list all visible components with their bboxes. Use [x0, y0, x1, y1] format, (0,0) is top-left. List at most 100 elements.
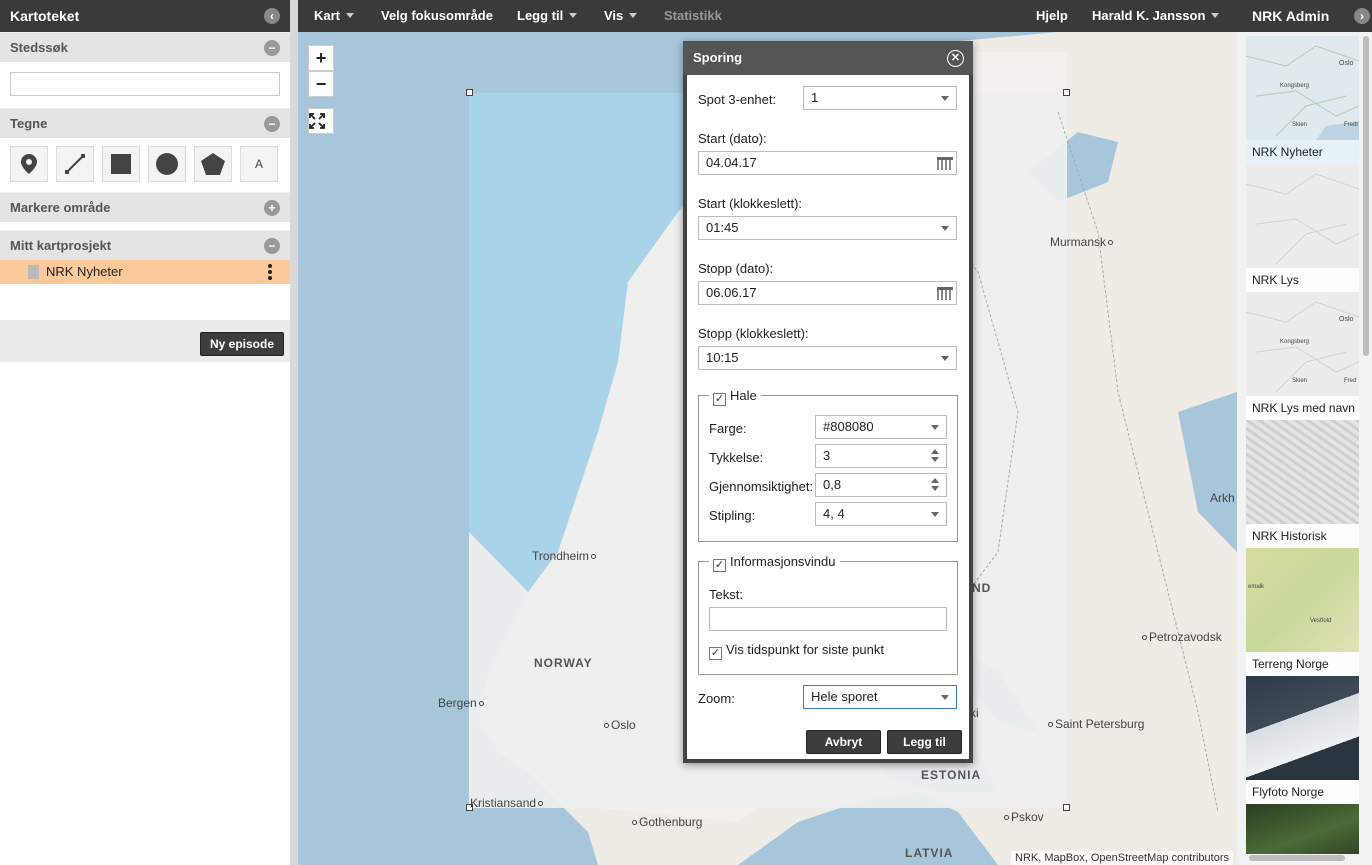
- basemap-label: NRK Lys: [1246, 268, 1359, 292]
- draw-circle-button[interactable]: [148, 146, 186, 182]
- kebab-menu-icon[interactable]: [268, 264, 272, 282]
- draw-text-button[interactable]: A: [240, 146, 278, 182]
- map-pin-icon: [21, 154, 37, 174]
- section-prosjekt-label: Mitt kartprosjekt: [10, 238, 112, 253]
- stipling-select[interactable]: 4, 4: [815, 502, 947, 526]
- city-label: Saint Petersburg: [1055, 717, 1145, 731]
- document-icon: [28, 265, 39, 279]
- spot-select[interactable]: 1: [803, 86, 957, 110]
- new-episode-button[interactable]: Ny episode: [199, 332, 284, 356]
- add-button[interactable]: Legg til: [887, 730, 962, 754]
- city-dot: [632, 820, 637, 825]
- menu-vis[interactable]: Vis: [604, 0, 638, 32]
- chevron-down-icon: [1211, 13, 1220, 18]
- basemap-preview: Oslo Kongsberg Skien Fredr: [1245, 36, 1360, 140]
- section-markere[interactable]: Markere område +: [0, 192, 290, 222]
- city-label: Oslo: [611, 718, 636, 732]
- right-panel: NRK Admin › Oslo Kongsberg Skien Fredr N…: [1237, 0, 1372, 865]
- menu-leggtil-label: Legg til: [517, 8, 564, 23]
- thumb-label: Skien: [1292, 378, 1308, 384]
- hale-legend[interactable]: ✓ Hale: [709, 388, 761, 406]
- chevron-down-icon: [629, 13, 638, 18]
- basemap-thumb-satellite[interactable]: [1246, 804, 1359, 854]
- cancel-button[interactable]: Avbryt: [806, 730, 881, 754]
- resize-handle-tr[interactable]: [1063, 89, 1070, 96]
- basemap-preview: Oslo Kongsberg Skien Fred: [1245, 292, 1360, 396]
- vis-tidspunkt-checkbox[interactable]: ✓: [709, 647, 722, 660]
- info-legend-label: Informasjonsvindu: [730, 554, 836, 569]
- stop-date-field[interactable]: 06.06.17: [698, 281, 957, 305]
- stepper-arrows-icon[interactable]: [931, 449, 939, 465]
- right-panel-header: NRK Admin ›: [1237, 0, 1372, 32]
- left-panel: Kartoteket ‹ Stedssøk − Tegne − A Marker…: [0, 0, 290, 865]
- resize-handle-tl[interactable]: [466, 89, 473, 96]
- chevron-down-icon: [941, 356, 949, 361]
- city-dot: [1108, 240, 1114, 245]
- gjennomsiktighet-stepper[interactable]: 0,8: [815, 473, 947, 497]
- chevron-down-icon: [346, 13, 355, 18]
- section-stedssok[interactable]: Stedssøk −: [0, 32, 290, 62]
- start-date-field[interactable]: 04.04.17: [698, 151, 957, 175]
- basemap-thumb-flyfoto-norge[interactable]: Flyfoto Norge: [1246, 676, 1359, 804]
- place-search-input[interactable]: [10, 72, 280, 96]
- info-legend[interactable]: ✓ Informasjonsvindu: [709, 554, 840, 572]
- zoom-select[interactable]: Hele sporet: [803, 685, 957, 709]
- city-label: Murmansk: [1050, 235, 1107, 249]
- basemap-preview: [1246, 420, 1359, 524]
- chevron-down-icon: [569, 13, 578, 18]
- thumb-label: Oslo: [1339, 316, 1354, 323]
- menu-kart[interactable]: Kart: [314, 0, 355, 32]
- user-menu[interactable]: Harald K. Jansson: [1092, 0, 1220, 32]
- panel-splitter[interactable]: [290, 0, 298, 865]
- basemap-thumb-nrk-lys[interactable]: NRK Lys: [1245, 164, 1360, 292]
- draw-marker-button[interactable]: [10, 146, 48, 182]
- close-icon[interactable]: ✕: [947, 50, 964, 67]
- fullscreen-button[interactable]: [308, 108, 334, 134]
- line-icon: [65, 154, 85, 174]
- vertical-scrollbar[interactable]: [1363, 36, 1369, 356]
- expand-right-icon[interactable]: ›: [1354, 8, 1370, 24]
- section-prosjekt[interactable]: Mitt kartprosjekt −: [0, 230, 290, 260]
- zoom-in-button[interactable]: +: [308, 45, 334, 71]
- left-panel-header: Kartoteket ‹: [0, 0, 290, 32]
- draw-rectangle-button[interactable]: [102, 146, 140, 182]
- menu-vis-label: Vis: [604, 8, 624, 23]
- map-attribution: NRK, MapBox, OpenStreetMap contributors: [1011, 851, 1233, 865]
- basemap-thumb-nrk-historisk[interactable]: NRK Historisk: [1246, 420, 1359, 548]
- zoom-out-button[interactable]: −: [308, 71, 334, 97]
- basemap-thumb-nrk-nyheter[interactable]: Oslo Kongsberg Skien Fredr NRK Nyheter: [1245, 36, 1360, 164]
- thumb-label: Kongsberg: [1280, 339, 1310, 345]
- resize-handle-br[interactable]: [1063, 804, 1070, 811]
- project-item-nrk-nyheter[interactable]: NRK Nyheter: [0, 260, 290, 284]
- farge-select[interactable]: #808080: [815, 415, 947, 439]
- calendar-icon[interactable]: [937, 157, 953, 170]
- menu-hjelp[interactable]: Hjelp: [1036, 0, 1068, 32]
- basemap-thumb-terreng-norge[interactable]: emalk Vestfold Terreng Norge: [1246, 548, 1359, 676]
- plus-icon[interactable]: +: [264, 200, 280, 216]
- hale-checkbox[interactable]: ✓: [713, 393, 726, 406]
- chevron-down-icon: [931, 512, 939, 517]
- minus-icon[interactable]: −: [264, 238, 280, 254]
- basemap-thumb-nrk-lys-med-navn[interactable]: Oslo Kongsberg Skien Fred NRK Lys med na…: [1245, 292, 1360, 420]
- menu-statistikk[interactable]: Statistikk: [664, 0, 722, 32]
- menu-fokus[interactable]: Velg fokusområde: [381, 0, 493, 32]
- collapse-left-icon[interactable]: ‹: [264, 8, 280, 24]
- start-time-select[interactable]: 01:45: [698, 216, 957, 240]
- menu-leggtil[interactable]: Legg til: [517, 0, 578, 32]
- tykkelse-stepper[interactable]: 3: [815, 444, 947, 468]
- top-menu-bar: Kart Velg fokusområde Legg til Vis Stati…: [298, 0, 1237, 32]
- horizontal-scrollbar[interactable]: [1249, 855, 1345, 861]
- city-label: Trondheim: [532, 549, 589, 563]
- draw-polygon-button[interactable]: [194, 146, 232, 182]
- draw-line-button[interactable]: [56, 146, 94, 182]
- user-name: Harald K. Jansson: [1092, 8, 1206, 23]
- section-tegne[interactable]: Tegne −: [0, 108, 290, 138]
- tekst-input[interactable]: [709, 607, 947, 631]
- minus-icon[interactable]: −: [264, 40, 280, 56]
- stop-time-select[interactable]: 10:15: [698, 346, 957, 370]
- info-checkbox[interactable]: ✓: [713, 559, 726, 572]
- vis-tidspunkt-row[interactable]: ✓ Vis tidspunkt for siste punkt: [709, 642, 884, 660]
- stepper-arrows-icon[interactable]: [931, 478, 939, 494]
- minus-icon[interactable]: −: [264, 116, 280, 132]
- calendar-icon[interactable]: [937, 287, 953, 300]
